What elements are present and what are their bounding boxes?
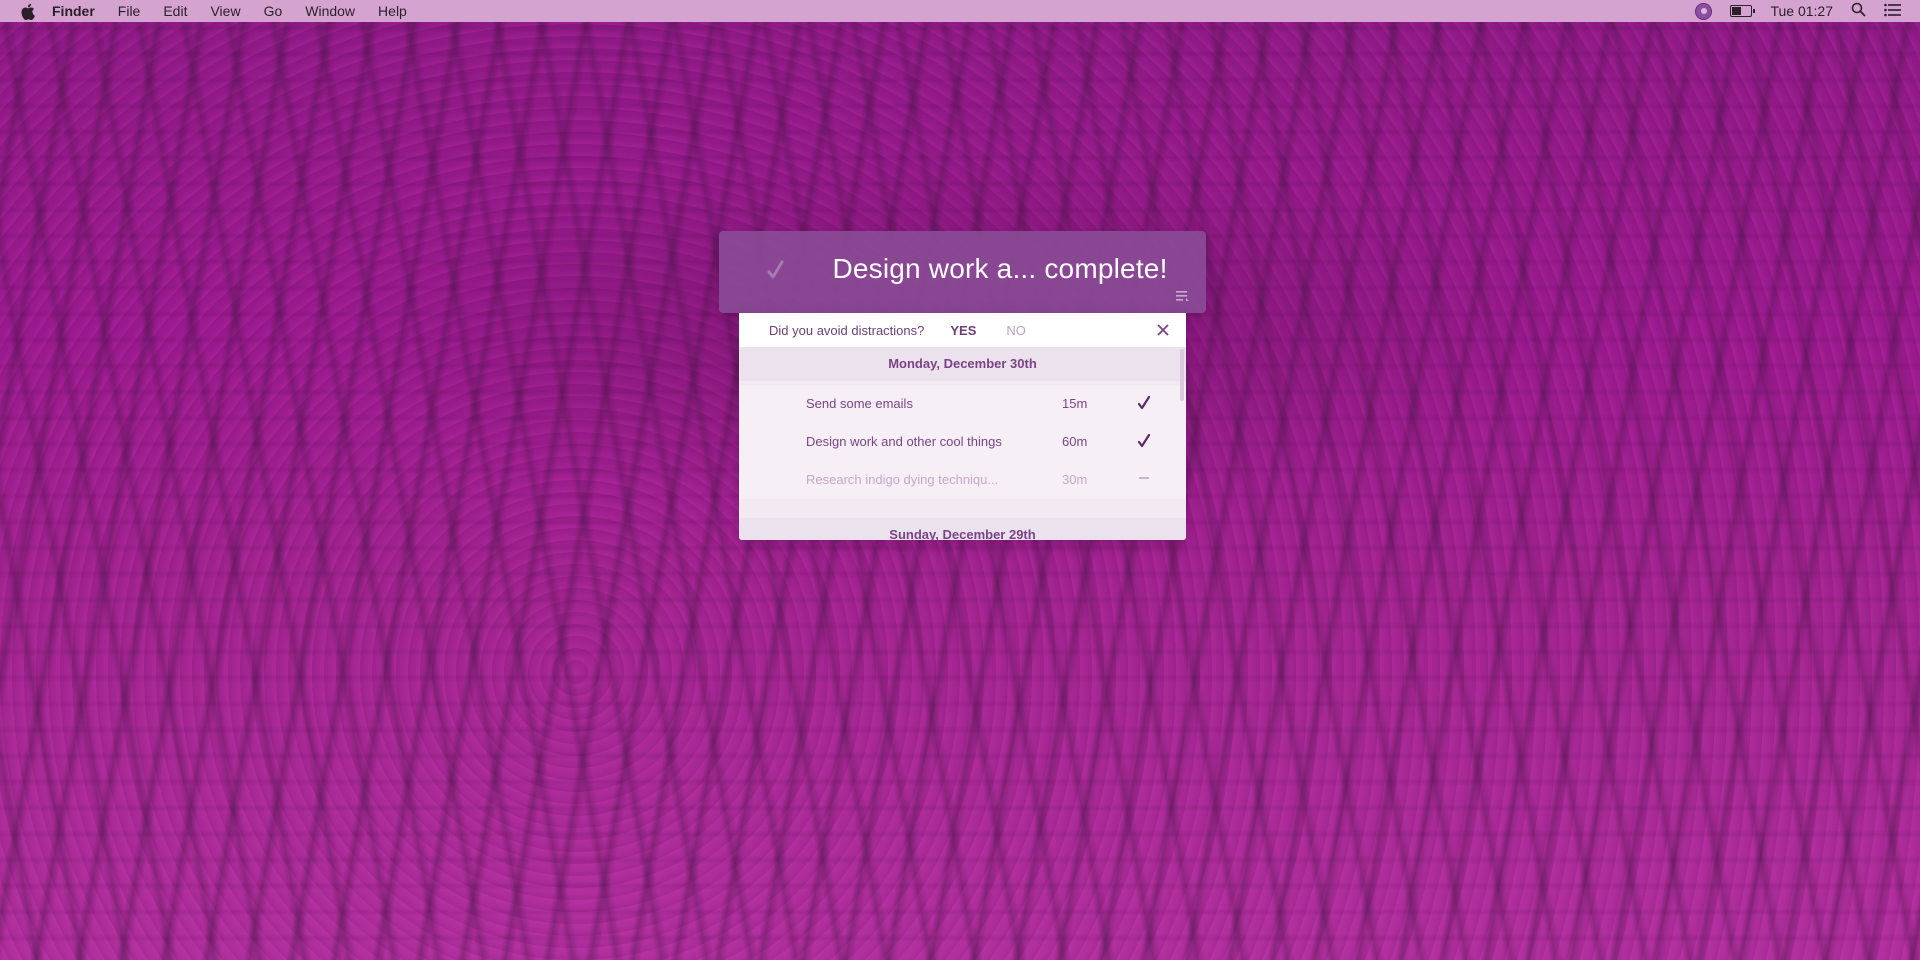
close-icon[interactable] xyxy=(1156,323,1170,337)
menu-clock[interactable]: Tue 01:27 xyxy=(1770,3,1833,19)
apple-menu-icon[interactable] xyxy=(18,2,36,20)
app-status-icon[interactable] xyxy=(1695,2,1713,20)
list-menu-icon[interactable] xyxy=(1176,289,1190,301)
yes-button[interactable]: YES xyxy=(950,323,976,338)
checkmark-icon xyxy=(1136,433,1152,449)
spotlight-search-icon[interactable] xyxy=(1851,2,1866,20)
battery-icon[interactable] xyxy=(1730,5,1756,17)
task-row[interactable]: Design work and other cool things 60m xyxy=(739,423,1186,461)
checkmark-icon xyxy=(761,255,791,285)
task-name: Research indigo dying techniqu... xyxy=(806,472,999,487)
task-name: Send some emails xyxy=(806,396,913,411)
no-button[interactable]: NO xyxy=(1006,323,1026,338)
menu-go[interactable]: Go xyxy=(264,3,283,19)
menu-edit[interactable]: Edit xyxy=(163,3,187,19)
menu-finder[interactable]: Finder xyxy=(52,3,95,19)
menu-file[interactable]: File xyxy=(118,3,141,19)
distraction-question-row: Did you avoid distractions? YES NO xyxy=(739,313,1186,347)
task-row[interactable]: Send some emails 15m xyxy=(739,385,1186,423)
session-panel: Did you avoid distractions? YES NO Monda… xyxy=(739,313,1186,540)
distraction-question: Did you avoid distractions? xyxy=(769,322,925,338)
menu-bar: Finder File Edit View Go Window Help Tue… xyxy=(0,0,1920,22)
checkmark-icon xyxy=(1136,395,1152,411)
task-row[interactable]: Research indigo dying techniqu... 30m xyxy=(739,461,1186,499)
menu-window[interactable]: Window xyxy=(305,3,355,19)
completion-banner: Design work a... complete! xyxy=(719,231,1206,313)
task-duration: 15m xyxy=(1062,396,1088,411)
day-header: Monday, December 30th xyxy=(739,347,1186,381)
task-name: Design work and other cool things xyxy=(806,434,1002,449)
day-header: Sunday, December 29th xyxy=(739,518,1186,540)
menu-help[interactable]: Help xyxy=(378,3,407,19)
dash-icon xyxy=(1136,471,1152,487)
menu-view[interactable]: View xyxy=(210,3,240,19)
scrollbar[interactable] xyxy=(1180,349,1184,401)
task-duration: 60m xyxy=(1062,434,1088,449)
banner-title: Design work a... complete! xyxy=(832,253,1168,284)
task-duration: 30m xyxy=(1062,472,1088,487)
notification-center-icon[interactable] xyxy=(1884,3,1902,20)
